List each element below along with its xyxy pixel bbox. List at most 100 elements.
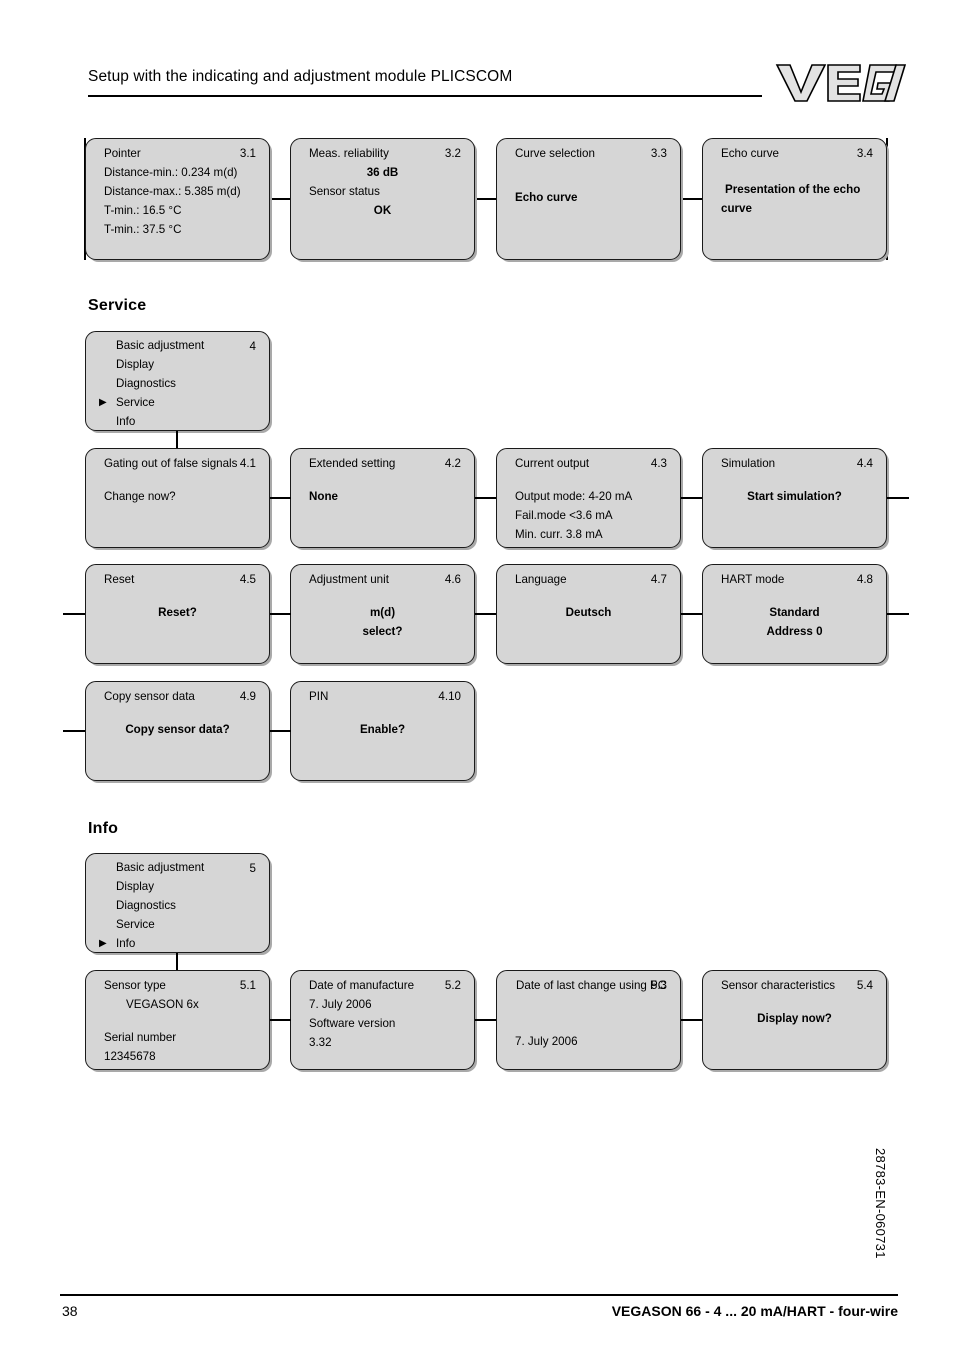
box-number: 4.2	[444, 457, 461, 470]
connector-4-5-wrap-left	[63, 613, 85, 615]
box-title: Sensor characteristics	[721, 979, 836, 992]
document-page: Setup with the indicating and adjustment…	[0, 0, 954, 1349]
box-number: 5.1	[239, 979, 256, 992]
box-line: Standard	[769, 606, 820, 619]
box-line: VEGASON 6x	[126, 998, 199, 1011]
box-number: 3.1	[239, 147, 256, 160]
menu-item-label[interactable]: Diagnostics	[116, 899, 176, 912]
box-number: 4.7	[650, 573, 667, 586]
menu-box-3-3[interactable]: Curve selection 3.3 Echo curve	[496, 138, 681, 260]
menu-box-info-root[interactable]: Basic adjustment 5 Display Diagnostics S…	[85, 853, 270, 953]
box-line: Display now?	[757, 1012, 832, 1025]
connector-4-2-to-4-3	[475, 497, 496, 499]
connector-5-3-to-5-4	[681, 1019, 702, 1021]
footer-product-line: VEGASON 66 - 4 ... 20 mA/HART - four-wir…	[611, 1303, 898, 1319]
selection-arrow-icon: ▶	[99, 397, 107, 408]
box-line: curve	[721, 202, 752, 215]
box-line: m(d)	[369, 606, 396, 619]
box-number: 3.2	[444, 147, 461, 160]
menu-item-label[interactable]: Diagnostics	[116, 377, 176, 390]
document-code: 28783-EN-060731	[873, 1148, 888, 1259]
menu-box-4-6[interactable]: Adjustment unit 4.6 m(d) select?	[290, 564, 475, 664]
connector-4-9-to-4-10	[270, 730, 291, 732]
box-number: 3.4	[856, 147, 873, 160]
box-title: Curve selection	[515, 147, 595, 160]
box-title: Date of manufacture	[309, 979, 415, 992]
menu-item-label[interactable]: Service	[116, 396, 155, 409]
connector-4-1-to-4-2	[270, 497, 291, 499]
box-line: Address 0	[766, 625, 823, 638]
box-title: HART mode	[721, 573, 785, 586]
box-title: Simulation	[721, 457, 776, 470]
box-line: Sensor status	[309, 185, 380, 198]
menu-box-4-7[interactable]: Language 4.7 Deutsch	[496, 564, 681, 664]
menu-item-label[interactable]: Basic adjustment	[116, 861, 204, 874]
box-title: Copy sensor data	[104, 690, 195, 703]
box-line: select?	[362, 625, 403, 638]
menu-item-label[interactable]: Display	[116, 358, 154, 371]
box-title: Language	[515, 573, 567, 586]
section-heading-info: Info	[88, 820, 119, 837]
menu-box-4-10[interactable]: PIN 4.10 Enable?	[290, 681, 475, 781]
footer-divider	[60, 1294, 898, 1296]
menu-box-4-2[interactable]: Extended setting 4.2 None	[290, 448, 475, 548]
menu-box-service-root[interactable]: Basic adjustment 4 Display Diagnostics ▶…	[85, 331, 270, 431]
menu-item-label[interactable]: Info	[116, 937, 135, 950]
box-line: Presentation of the echo	[725, 183, 861, 196]
box-number: 3.3	[650, 147, 667, 160]
connector-4-7-to-4-8	[681, 613, 702, 615]
box-line: Change now?	[104, 490, 176, 503]
box-number: 4.4	[856, 457, 873, 470]
menu-item-label[interactable]: Display	[116, 880, 154, 893]
menu-box-4-9[interactable]: Copy sensor data 4.9 Copy sensor data?	[85, 681, 270, 781]
box-number: 5	[249, 862, 256, 875]
box-title: Adjustment unit	[309, 573, 389, 586]
menu-box-3-4[interactable]: Echo curve 3.4 Presentation of the echo …	[702, 138, 887, 260]
box-number: 4.9	[239, 690, 256, 703]
menu-item-label[interactable]: Service	[116, 918, 155, 931]
box-title: Current output	[515, 457, 590, 470]
menu-box-5-1[interactable]: Sensor type 5.1 VEGASON 6x Serial number…	[85, 970, 270, 1070]
page-header: Setup with the indicating and adjustment…	[88, 64, 906, 108]
box-number: 4.6	[444, 573, 461, 586]
page-title: Setup with the indicating and adjustment…	[88, 68, 513, 85]
box-title: Reset	[104, 573, 135, 586]
box-line: Reset?	[158, 606, 197, 619]
box-line: Copy sensor data?	[125, 723, 230, 736]
box-title: Sensor type	[104, 979, 166, 992]
box-title: PIN	[309, 690, 329, 703]
menu-box-5-4[interactable]: Sensor characteristics 5.4 Display now?	[702, 970, 887, 1070]
connector-4-3-to-4-4	[681, 497, 702, 499]
connector-5-1-to-5-2	[270, 1019, 291, 1021]
menu-box-3-1[interactable]: Pointer 3.1 Distance-min.: 0.234 m(d) Di…	[85, 138, 270, 260]
menu-box-5-2[interactable]: Date of manufacture 5.2 7. July 2006 Sof…	[290, 970, 475, 1070]
box-number: 5.4	[856, 979, 873, 992]
menu-box-4-8[interactable]: HART mode 4.8 Standard Address 0	[702, 564, 887, 664]
box-line: Start simulation?	[747, 490, 842, 503]
menu-item-label[interactable]: Info	[116, 415, 135, 428]
box-number: 5.3	[650, 979, 667, 992]
box-title: Echo curve	[721, 147, 779, 160]
menu-box-4-4[interactable]: Simulation 4.4 Start simulation?	[702, 448, 887, 548]
connector-4-9-wrap-left	[63, 730, 85, 732]
menu-box-4-5[interactable]: Reset 4.5 Reset?	[85, 564, 270, 664]
box-line: Software version	[309, 1017, 396, 1030]
selection-arrow-icon: ▶	[99, 938, 107, 949]
box-line: 36 dB	[366, 166, 399, 179]
box-line: Distance-min.: 0.234 m(d)	[104, 166, 238, 179]
box-line: Distance-max.: 5.385 m(d)	[104, 185, 241, 198]
box-line: Enable?	[359, 723, 406, 736]
connector-4-5-to-4-6	[270, 613, 291, 615]
menu-box-5-3[interactable]: Date of last change using PC 5.3 7. July…	[496, 970, 681, 1070]
menu-item-label[interactable]: Basic adjustment	[116, 339, 204, 352]
menu-box-3-2[interactable]: Meas. reliability 3.2 36 dB Sensor statu…	[290, 138, 475, 260]
menu-box-4-3[interactable]: Current output 4.3 Output mode: 4-20 mA …	[496, 448, 681, 548]
box-line: Fail.mode <3.6 mA	[515, 509, 613, 522]
connector-4-4-wrap-right	[887, 497, 909, 499]
connector-3-2-to-3-3	[475, 198, 496, 200]
menu-box-4-1[interactable]: Gating out of false signals 4.1 Change n…	[85, 448, 270, 548]
box-line: Echo curve	[515, 191, 578, 204]
box-number: 4.1	[239, 457, 256, 470]
box-line: Deutsch	[565, 606, 612, 619]
box-title: Date of last change using PC	[516, 979, 667, 992]
